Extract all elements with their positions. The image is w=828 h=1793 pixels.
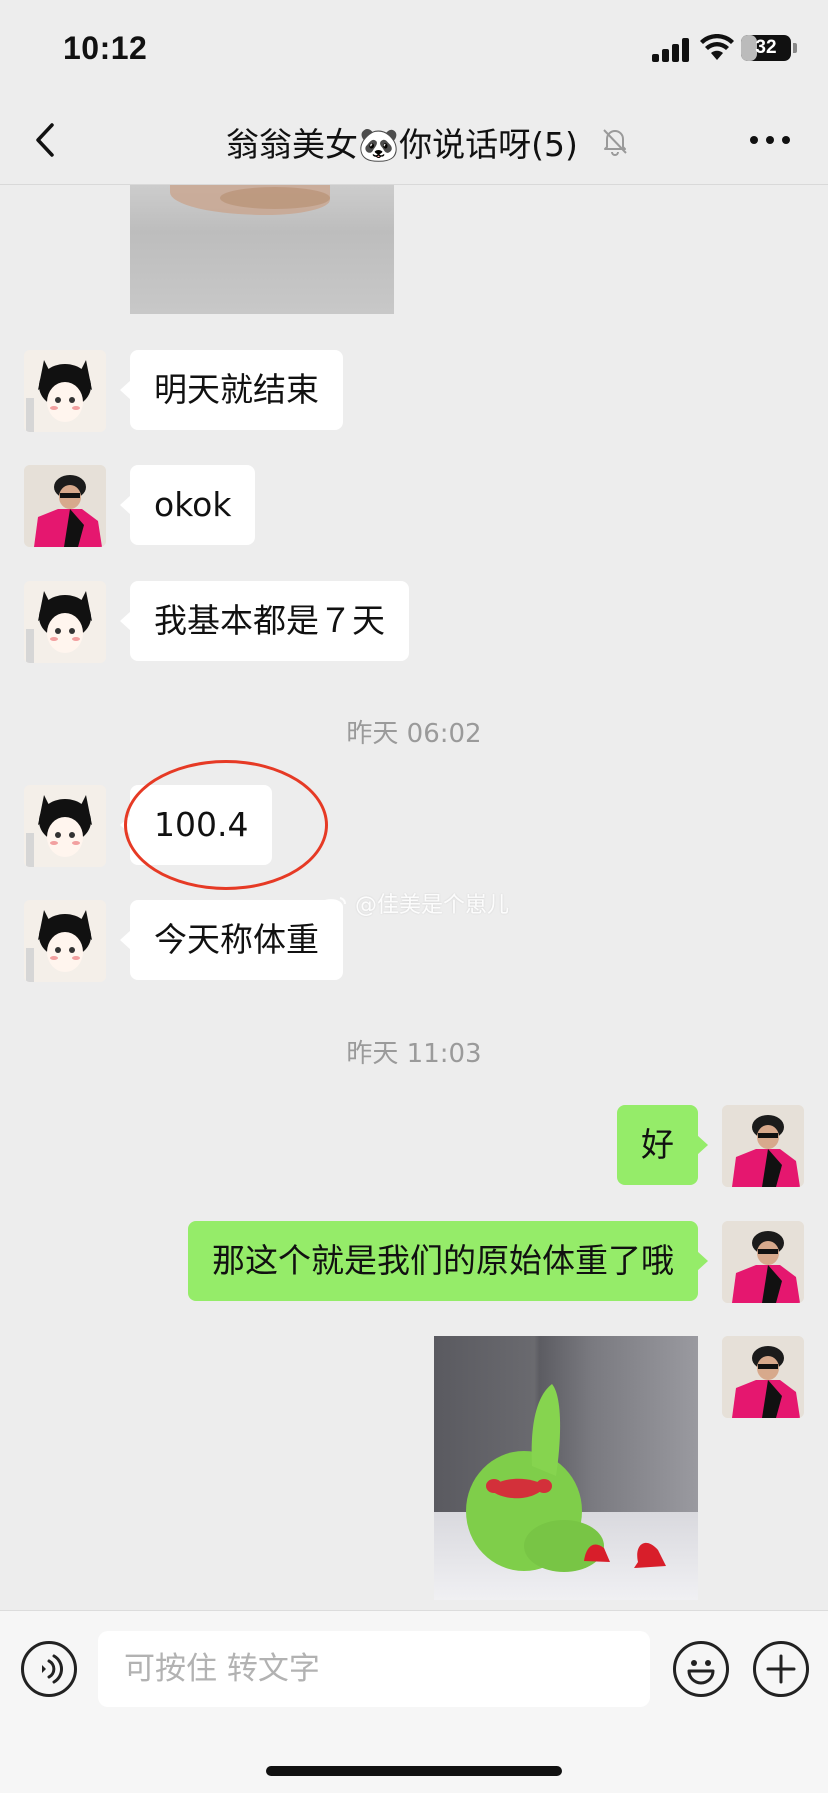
battery-percent: 32	[755, 37, 777, 58]
status-time: 10:12	[63, 30, 148, 66]
avatar[interactable]	[722, 1221, 804, 1303]
pink-jacket-avatar-icon	[24, 465, 106, 547]
status-bar: 10:12 32	[0, 0, 828, 100]
avatar[interactable]	[24, 465, 106, 547]
timestamp: 昨天 11:03	[346, 1039, 482, 1069]
plus-icon	[766, 1654, 796, 1684]
avatar[interactable]	[722, 1336, 804, 1418]
avatar[interactable]	[722, 1105, 804, 1187]
mute-bell-icon	[603, 129, 627, 156]
weibo-watermark: @佳美是个崽儿	[318, 887, 509, 919]
chat-nav-bar: 翁翁美女🐼你说话呀(5)	[0, 100, 828, 185]
chat-message-list[interactable]: 明天就结束 okok 我基本都是７天 昨天 06:02 100.4 @佳美是个崽…	[0, 185, 828, 1610]
highlight-circle	[124, 760, 328, 890]
message-input[interactable]	[98, 1631, 650, 1707]
image-message[interactable]	[130, 185, 394, 314]
battery-tip	[793, 43, 797, 53]
avatar[interactable]	[24, 785, 106, 867]
home-indicator[interactable]	[266, 1766, 562, 1776]
voice-button[interactable]	[21, 1641, 77, 1697]
message-bubble[interactable]: 我基本都是７天	[120, 581, 409, 661]
message-bubble[interactable]: 明天就结束	[120, 350, 343, 430]
avatar[interactable]	[24, 581, 106, 663]
watermark-text: @佳美是个崽儿	[355, 893, 510, 918]
smiley-icon	[687, 1660, 715, 1685]
pink-jacket-avatar-icon	[722, 1105, 804, 1187]
back-chevron-icon[interactable]	[26, 120, 66, 160]
emoji-button[interactable]	[673, 1641, 729, 1697]
voice-wave-icon	[42, 1654, 64, 1684]
avatar[interactable]	[24, 900, 106, 982]
pink-jacket-avatar-icon	[722, 1221, 804, 1303]
message-bubble[interactable]: 好	[617, 1105, 708, 1185]
message-bubble[interactable]: okok	[119, 465, 256, 545]
chat-title[interactable]: 翁翁美女🐼你说话呀(5)	[226, 118, 578, 166]
more-icon[interactable]	[750, 136, 792, 148]
pink-jacket-avatar-icon	[722, 1336, 804, 1418]
message-bubble[interactable]: 那这个就是我们的原始体重了哦	[188, 1221, 708, 1301]
avatar[interactable]	[24, 350, 106, 432]
message-bubble[interactable]: 今天称体重	[120, 900, 343, 980]
wifi-icon	[700, 34, 734, 60]
timestamp: 昨天 06:02	[346, 719, 482, 749]
image-message[interactable]	[434, 1336, 698, 1600]
more-functions-button[interactable]	[753, 1641, 809, 1697]
cellular-signal-icon	[652, 38, 690, 62]
cat-girl-avatar-icon	[24, 350, 106, 432]
battery-icon: 32	[741, 35, 791, 61]
green-fluffy-toy-photo	[466, 1384, 666, 1572]
cat-girl-avatar-icon	[24, 581, 106, 663]
cat-girl-avatar-icon	[24, 900, 106, 982]
cat-girl-avatar-icon	[24, 785, 106, 867]
